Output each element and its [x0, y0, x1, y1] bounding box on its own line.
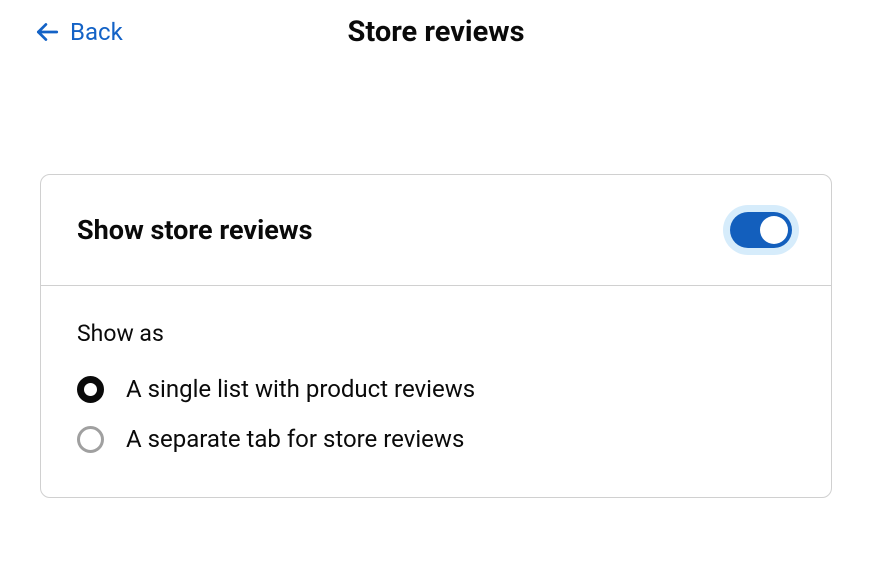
radio-group: A single list with product reviews A sep…	[77, 375, 795, 453]
back-label: Back	[70, 18, 123, 46]
radio-icon-unselected	[77, 426, 104, 453]
radio-label: A single list with product reviews	[126, 375, 475, 403]
card-header: Show store reviews	[41, 175, 831, 286]
section-label: Show as	[77, 320, 795, 347]
radio-label: A separate tab for store reviews	[126, 425, 464, 453]
back-button[interactable]: Back	[34, 18, 123, 46]
card-body: Show as A single list with product revie…	[41, 286, 831, 497]
page-title: Store reviews	[348, 15, 525, 49]
toggle-knob	[760, 216, 788, 244]
settings-card: Show store reviews Show as A single list…	[40, 174, 832, 498]
radio-option-single-list[interactable]: A single list with product reviews	[77, 375, 795, 403]
arrow-left-icon	[34, 19, 60, 45]
radio-option-separate-tab[interactable]: A separate tab for store reviews	[77, 425, 795, 453]
radio-icon-selected	[77, 376, 104, 403]
page-header: Back Store reviews	[0, 0, 872, 64]
card-title: Show store reviews	[77, 214, 313, 246]
show-reviews-toggle[interactable]	[723, 205, 799, 255]
